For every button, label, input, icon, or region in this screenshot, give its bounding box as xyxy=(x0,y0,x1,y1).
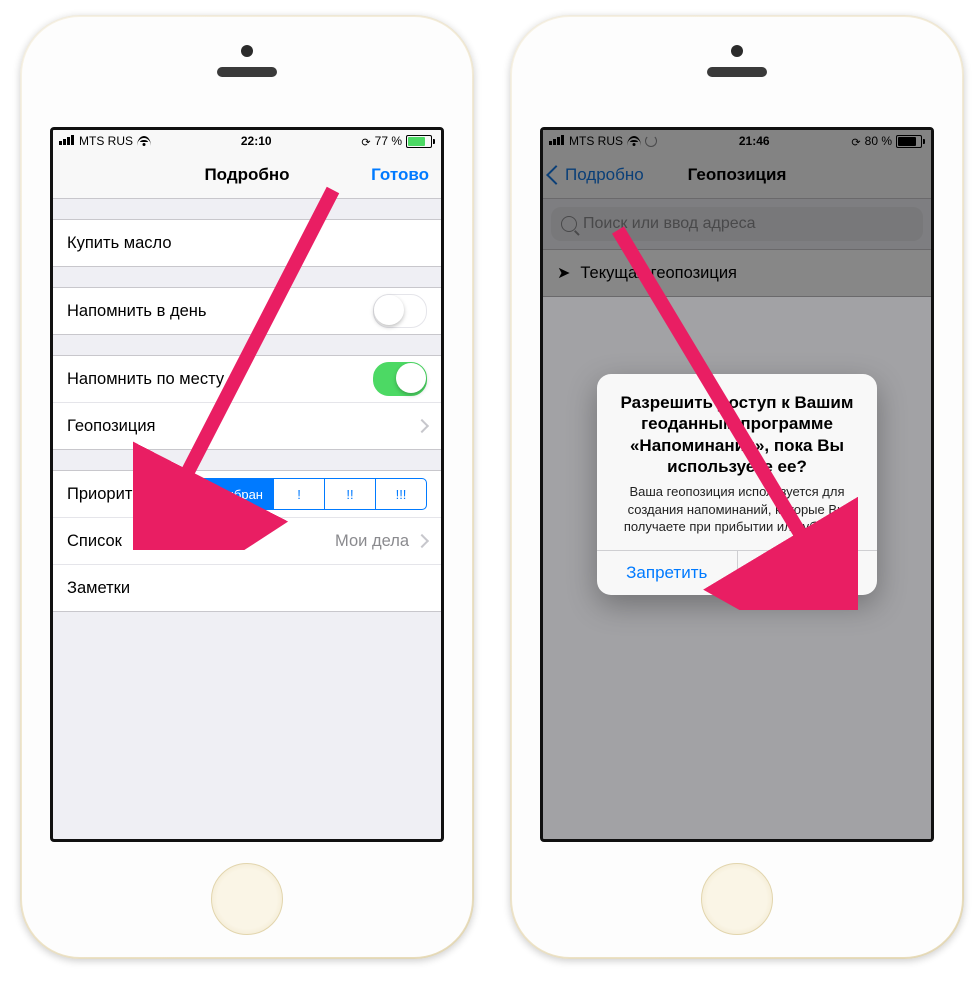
alert-backdrop: Разрешить доступ к Вашим геоданным прогр… xyxy=(543,130,931,839)
phone-body: MTS RUS 22:10 ⟳ 77 % Подробно Готово xyxy=(22,17,472,957)
front-camera xyxy=(731,45,743,57)
earpiece-speaker xyxy=(217,67,277,77)
signal-icon xyxy=(59,134,75,148)
remind-on-day-label: Напомнить в день xyxy=(67,302,206,321)
remind-at-location-row[interactable]: Напомнить по месту xyxy=(53,356,441,402)
notes-row[interactable]: Заметки xyxy=(53,564,441,611)
screen-left: MTS RUS 22:10 ⟳ 77 % Подробно Готово xyxy=(50,127,444,842)
clock: 22:10 xyxy=(241,134,272,148)
front-camera xyxy=(241,45,253,57)
priority-label: Приоритет xyxy=(67,485,148,504)
phone-body: MTS RUS 21:46 ⟳ 80 % Подробно xyxy=(512,17,962,957)
remind-day-switch[interactable] xyxy=(373,294,427,328)
allow-button[interactable]: Разрешить xyxy=(737,551,878,595)
rotation-lock-icon: ⟳ xyxy=(361,136,370,149)
list-row[interactable]: Список Мои дела xyxy=(53,517,441,564)
battery-percent: 77 % xyxy=(375,134,402,148)
details-form: Купить масло Напомнить в день Напомнить … xyxy=(53,219,441,612)
location-row[interactable]: Геопозиция xyxy=(53,402,441,449)
permission-alert: Разрешить доступ к Вашим геоданным прогр… xyxy=(597,374,877,595)
remind-location-switch[interactable] xyxy=(373,362,427,396)
phone-left: MTS RUS 22:10 ⟳ 77 % Подробно Готово xyxy=(20,15,474,959)
nav-bar: Подробно Готово xyxy=(53,152,441,199)
reminder-title-text: Купить масло xyxy=(67,234,172,253)
reminder-title-field[interactable]: Купить масло xyxy=(53,220,441,266)
alert-message: Ваша геопозиция используется для создани… xyxy=(613,483,861,536)
priority-low[interactable]: ! xyxy=(273,479,324,509)
chevron-right-icon xyxy=(415,534,429,548)
home-button[interactable] xyxy=(701,863,773,935)
priority-high[interactable]: !!! xyxy=(375,479,426,509)
wifi-icon xyxy=(137,136,151,146)
status-bar: MTS RUS 22:10 ⟳ 77 % xyxy=(53,130,441,152)
chevron-right-icon xyxy=(415,419,429,433)
home-button[interactable] xyxy=(211,863,283,935)
battery-icon xyxy=(406,135,435,148)
deny-button[interactable]: Запретить xyxy=(597,551,737,595)
screen-right: MTS RUS 21:46 ⟳ 80 % Подробно xyxy=(540,127,934,842)
earpiece-speaker xyxy=(707,67,767,77)
priority-none[interactable]: Не выбран xyxy=(187,479,273,509)
done-button[interactable]: Готово xyxy=(371,165,429,185)
list-label: Список xyxy=(67,532,122,551)
nav-title: Подробно xyxy=(204,165,289,185)
priority-segmented[interactable]: Не выбран ! !! !!! xyxy=(186,478,427,510)
carrier-label: MTS RUS xyxy=(79,134,133,148)
phone-right: MTS RUS 21:46 ⟳ 80 % Подробно xyxy=(510,15,964,959)
list-value: Мои дела xyxy=(335,532,409,551)
location-label: Геопозиция xyxy=(67,417,156,436)
notes-label: Заметки xyxy=(67,579,130,598)
remind-on-day-row[interactable]: Напомнить в день xyxy=(53,288,441,334)
alert-title: Разрешить доступ к Вашим геоданным прогр… xyxy=(613,392,861,477)
priority-row[interactable]: Приоритет Не выбран ! !! !!! xyxy=(53,471,441,517)
remind-at-location-label: Напомнить по месту xyxy=(67,370,224,389)
priority-med[interactable]: !! xyxy=(324,479,375,509)
